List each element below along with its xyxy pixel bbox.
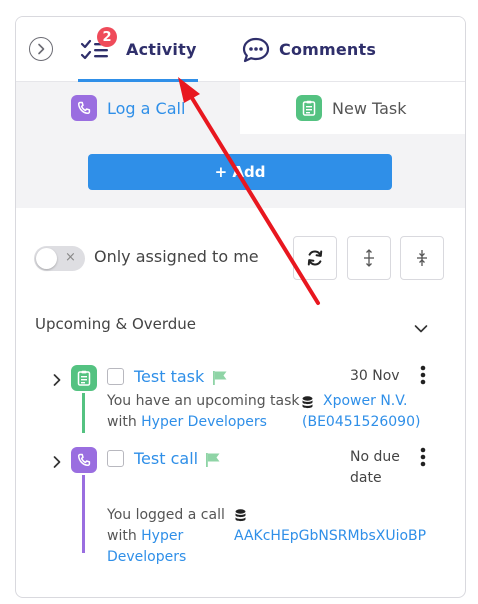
item-description: You have an upcoming task with Hyper Dev… [107,391,307,433]
tab-activity-label: Activity [126,40,197,59]
tab-log-call-label: Log a Call [107,98,186,118]
item-description: You logged a call with Hyper Developers [107,505,227,568]
desc-line: with Hyper Developers [107,412,307,433]
add-button[interactable]: + Add [88,154,392,190]
desc-line: You logged a call [107,507,225,523]
chevron-down-icon [414,325,428,333]
company-link[interactable]: Hyper [141,528,183,544]
desc-line: Developers [107,547,227,568]
collapse-all-button[interactable] [400,236,444,280]
activity-item-task: Test task 30 Nov You have an upcoming ta… [16,363,465,447]
activity-panel: 2 Activity Comments Log a Call New Task … [15,16,466,598]
desc-line: with Hyper [107,526,227,547]
tab-comments-label: Comments [279,40,377,59]
tab-new-task[interactable]: New Task [240,82,465,134]
due-date: No due date [350,447,400,489]
database-icon [235,509,246,522]
activity-item-call: Test call No due date You logged a call … [16,445,465,565]
timeline-bar [82,393,85,433]
priority-flag-icon [206,453,220,467]
phone-icon [71,95,97,121]
kebab-menu-icon [420,365,426,385]
entity-name: Xpower N.V. [323,393,408,409]
more-options-button[interactable] [420,365,426,389]
activity-type-tabs: Log a Call New Task [16,82,465,134]
desc-line: You have an upcoming task [107,393,300,409]
priority-flag-icon [213,371,227,385]
timeline-bar [82,475,85,553]
section-title: Upcoming & Overdue [35,315,197,333]
collapse-button[interactable] [29,37,53,61]
expand-vertical-icon [364,249,374,267]
due-line: No due [350,449,400,465]
desc-prefix: with [107,528,142,544]
task-icon [296,95,322,121]
comments-icon [242,37,270,63]
tab-activity[interactable]: 2 Activity [78,17,198,82]
more-options-button[interactable] [420,447,426,471]
refresh-icon [307,250,323,266]
chevron-right-icon [53,374,61,386]
collapse-vertical-icon [417,250,427,266]
add-area: + Add [16,134,465,208]
item-expand-toggle[interactable] [52,372,62,391]
complete-checkbox[interactable] [107,368,124,385]
tab-new-task-label: New Task [332,98,407,118]
database-icon [302,396,313,409]
related-entity-link[interactable]: Xpower N.V. (BE0451526090) [302,391,420,433]
toggle-knob [36,248,57,269]
item-title[interactable]: Test call [134,449,198,468]
panel-header: 2 Activity Comments [16,17,465,82]
notification-badge: 2 [97,27,117,47]
item-expand-toggle[interactable] [52,454,62,473]
assigned-toggle[interactable]: × [34,246,85,271]
expand-all-button[interactable] [347,236,391,280]
toggle-off-icon: × [65,250,76,265]
kebab-menu-icon [420,447,426,467]
tab-comments[interactable]: Comments [242,17,382,81]
assigned-toggle-label: Only assigned to me [94,247,259,266]
due-line: date [350,470,382,486]
company-link[interactable]: Developers [107,549,186,565]
refresh-button[interactable] [293,236,337,280]
chevron-right-icon [53,456,61,468]
section-toggle[interactable] [414,319,428,338]
entity-id: (BE0451526090) [302,414,421,430]
chevron-right-icon [38,43,45,55]
item-title[interactable]: Test task [134,367,204,386]
phone-icon [71,447,97,473]
related-entity-link[interactable]: AAKcHEpGbNSRMbsXUioBP [234,526,426,547]
due-date: 30 Nov [350,368,400,384]
tab-log-call[interactable]: Log a Call [16,82,240,134]
company-link[interactable]: Hyper Developers [141,414,267,430]
task-icon [71,365,97,391]
desc-prefix: with [107,414,142,430]
complete-checkbox[interactable] [107,450,124,467]
